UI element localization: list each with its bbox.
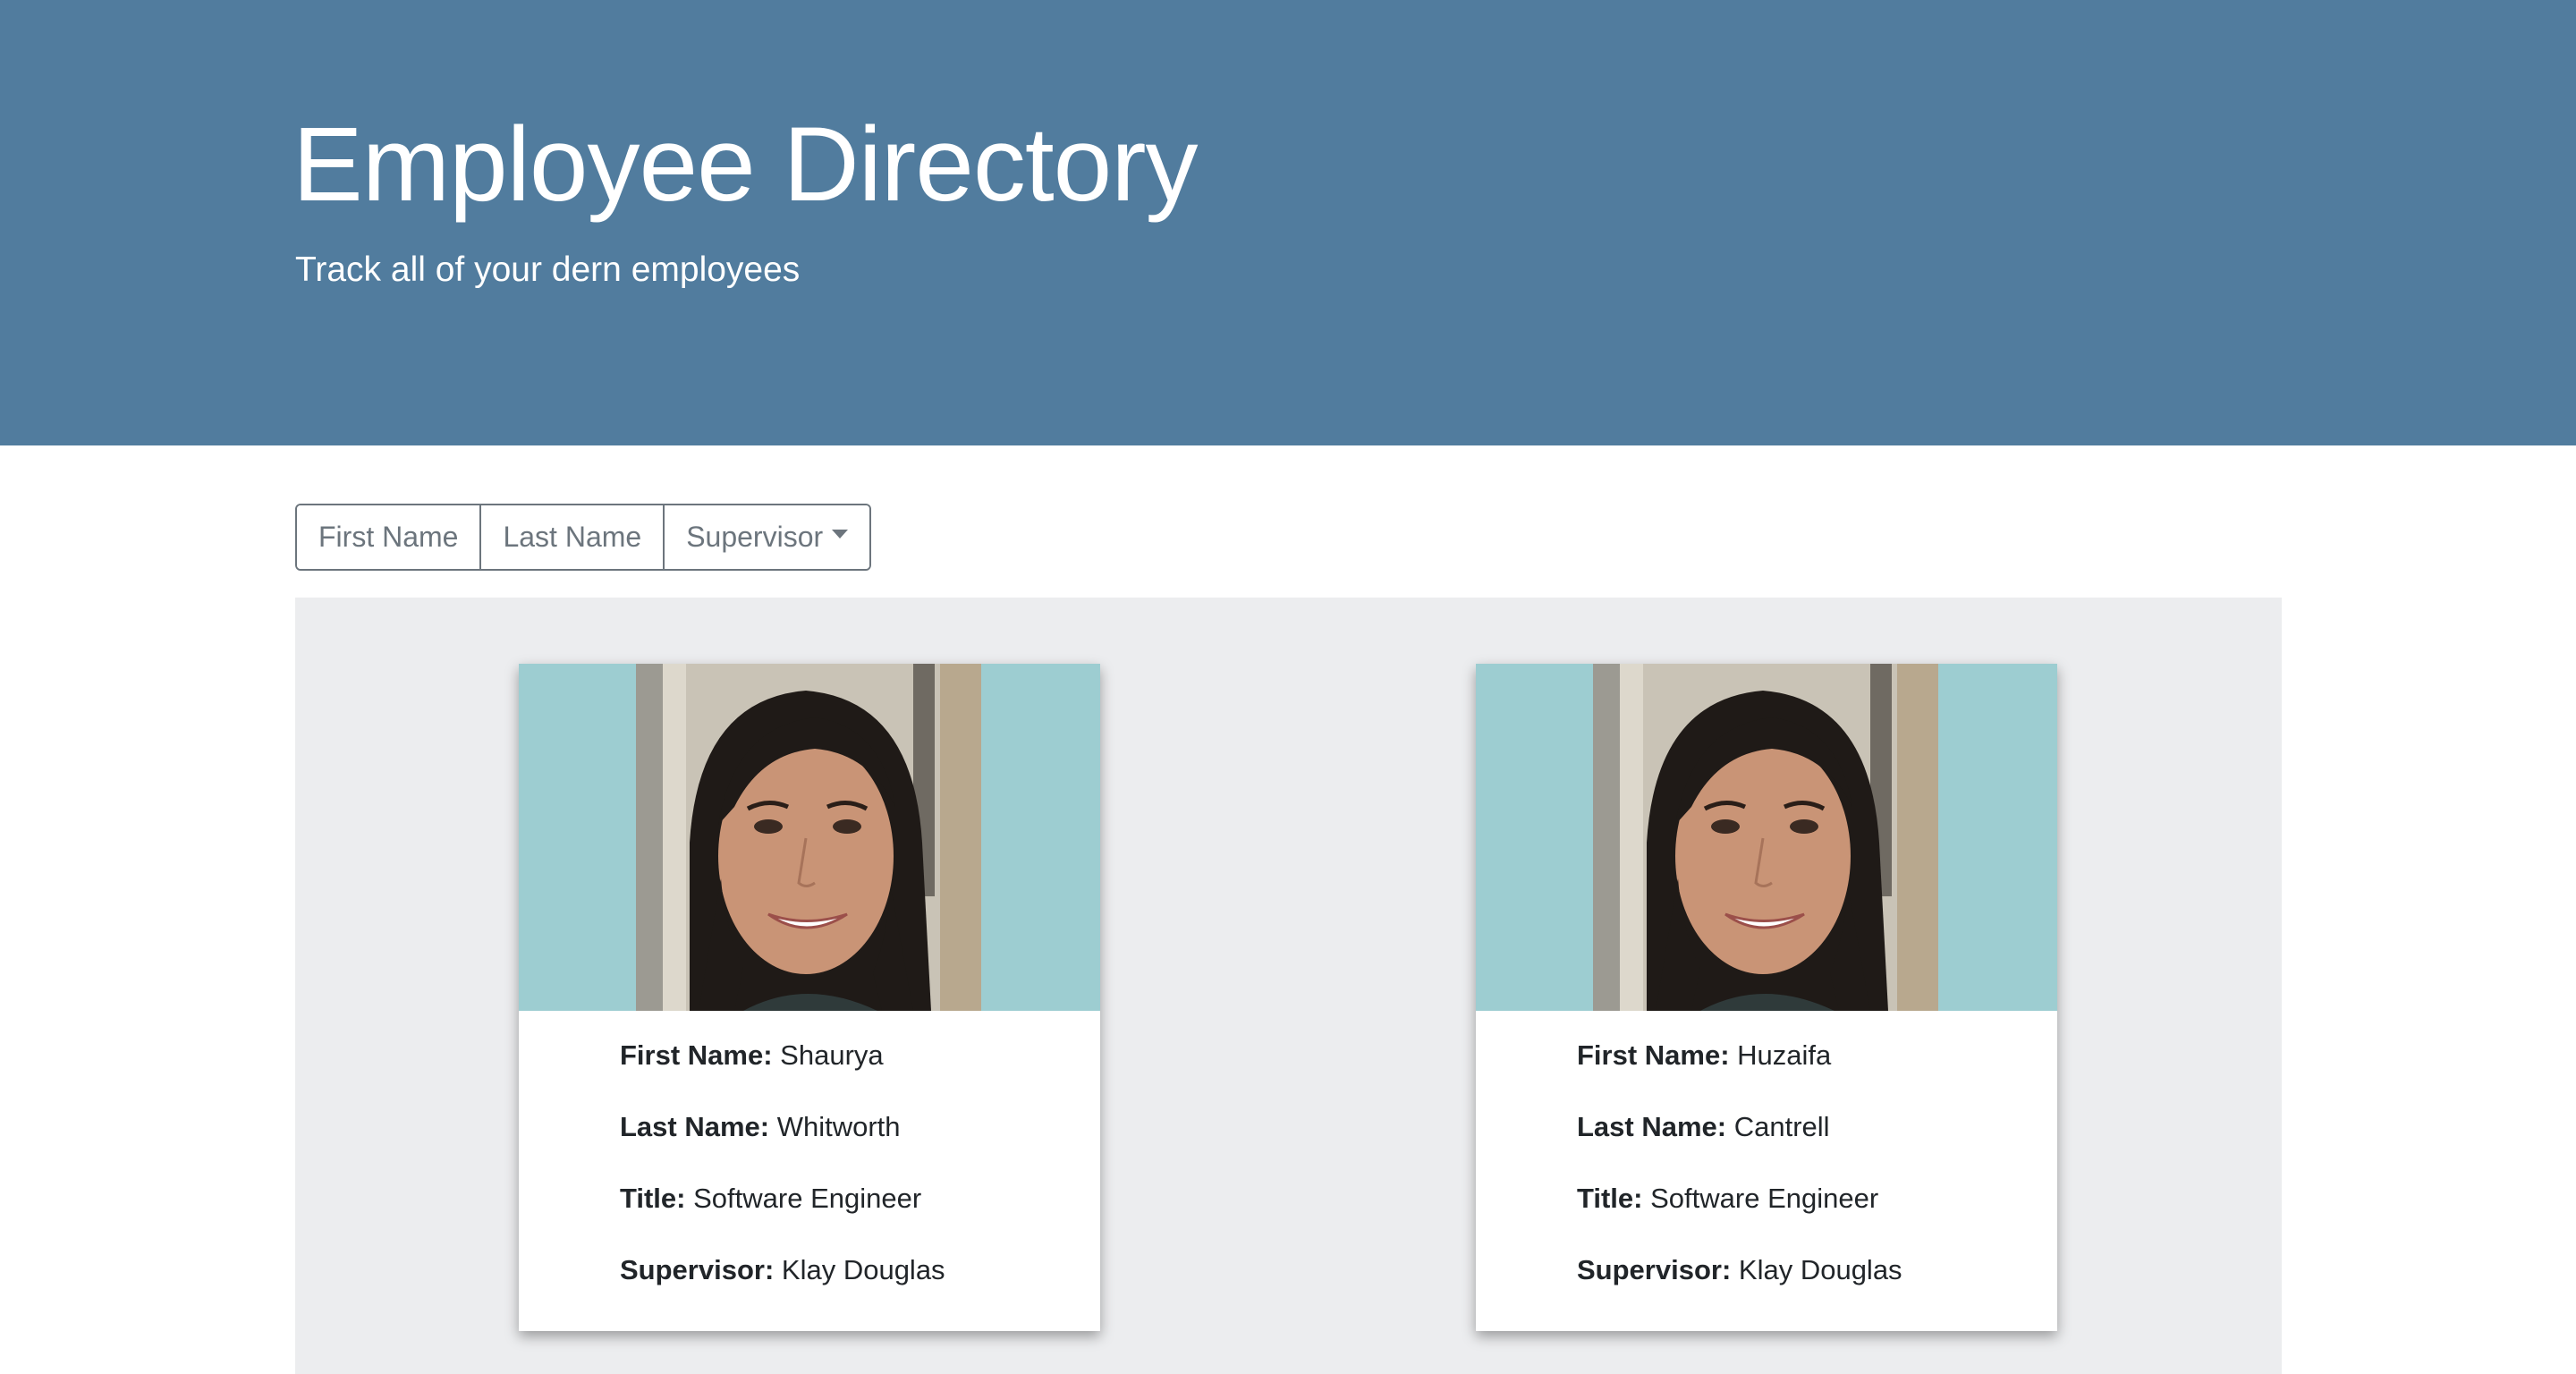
- employee-photo-frame: [1476, 664, 2057, 1011]
- last-name-row: Last Name: Whitworth: [620, 1109, 945, 1181]
- last-name-label: Last Name:: [1577, 1111, 1727, 1142]
- title-row: Title: Software Engineer: [1577, 1181, 1902, 1252]
- supervisor-label: Supervisor:: [1577, 1254, 1732, 1285]
- last-name-value: Whitworth: [776, 1111, 901, 1142]
- sort-last-name-label: Last Name: [503, 521, 642, 553]
- supervisor-row: Supervisor: Klay Douglas: [620, 1252, 945, 1324]
- title-value: Software Engineer: [1650, 1183, 1879, 1214]
- employee-photo-frame: [519, 664, 1100, 1011]
- supervisor-label: Supervisor:: [620, 1254, 775, 1285]
- first-name-value: Shaurya: [780, 1039, 884, 1071]
- supervisor-value: Klay Douglas: [781, 1254, 945, 1285]
- employee-card: First Name: Shaurya Last Name: Whitworth…: [519, 664, 1100, 1331]
- last-name-value: Cantrell: [1733, 1111, 1830, 1142]
- employee-card-list: First Name: Shaurya Last Name: Whitworth…: [295, 598, 2282, 1374]
- sort-first-name-button[interactable]: First Name: [297, 505, 482, 569]
- title-value: Software Engineer: [693, 1183, 922, 1214]
- sort-first-name-label: First Name: [318, 521, 459, 553]
- last-name-label: Last Name:: [620, 1111, 770, 1142]
- employee-details: First Name: Shaurya Last Name: Whitworth…: [620, 1038, 945, 1324]
- page-title: Employee Directory: [292, 106, 1199, 224]
- first-name-label: First Name:: [1577, 1039, 1730, 1071]
- page-header: Employee Directory Track all of your der…: [0, 0, 2576, 445]
- title-label: Title:: [620, 1183, 686, 1214]
- supervisor-value: Klay Douglas: [1738, 1254, 1902, 1285]
- employee-photo: [1593, 664, 1938, 1011]
- sort-last-name-button[interactable]: Last Name: [481, 505, 665, 569]
- supervisor-dropdown-button[interactable]: Supervisor: [665, 505, 870, 569]
- first-name-label: First Name:: [620, 1039, 773, 1071]
- supervisor-row: Supervisor: Klay Douglas: [1577, 1252, 1902, 1324]
- caret-down-icon: [832, 529, 849, 539]
- first-name-row: First Name: Shaurya: [620, 1038, 945, 1109]
- employee-details: First Name: Huzaifa Last Name: Cantrell …: [1577, 1038, 1902, 1324]
- title-row: Title: Software Engineer: [620, 1181, 945, 1252]
- employee-card: First Name: Huzaifa Last Name: Cantrell …: [1476, 664, 2057, 1331]
- first-name-row: First Name: Huzaifa: [1577, 1038, 1902, 1109]
- last-name-row: Last Name: Cantrell: [1577, 1109, 1902, 1181]
- supervisor-dropdown-label: Supervisor: [686, 521, 824, 553]
- title-label: Title:: [1577, 1183, 1643, 1214]
- employee-photo: [636, 664, 981, 1011]
- page-subtitle: Track all of your dern employees: [295, 250, 801, 289]
- first-name-value: Huzaifa: [1737, 1039, 1832, 1071]
- sort-button-group: First Name Last Name Supervisor: [295, 504, 872, 571]
